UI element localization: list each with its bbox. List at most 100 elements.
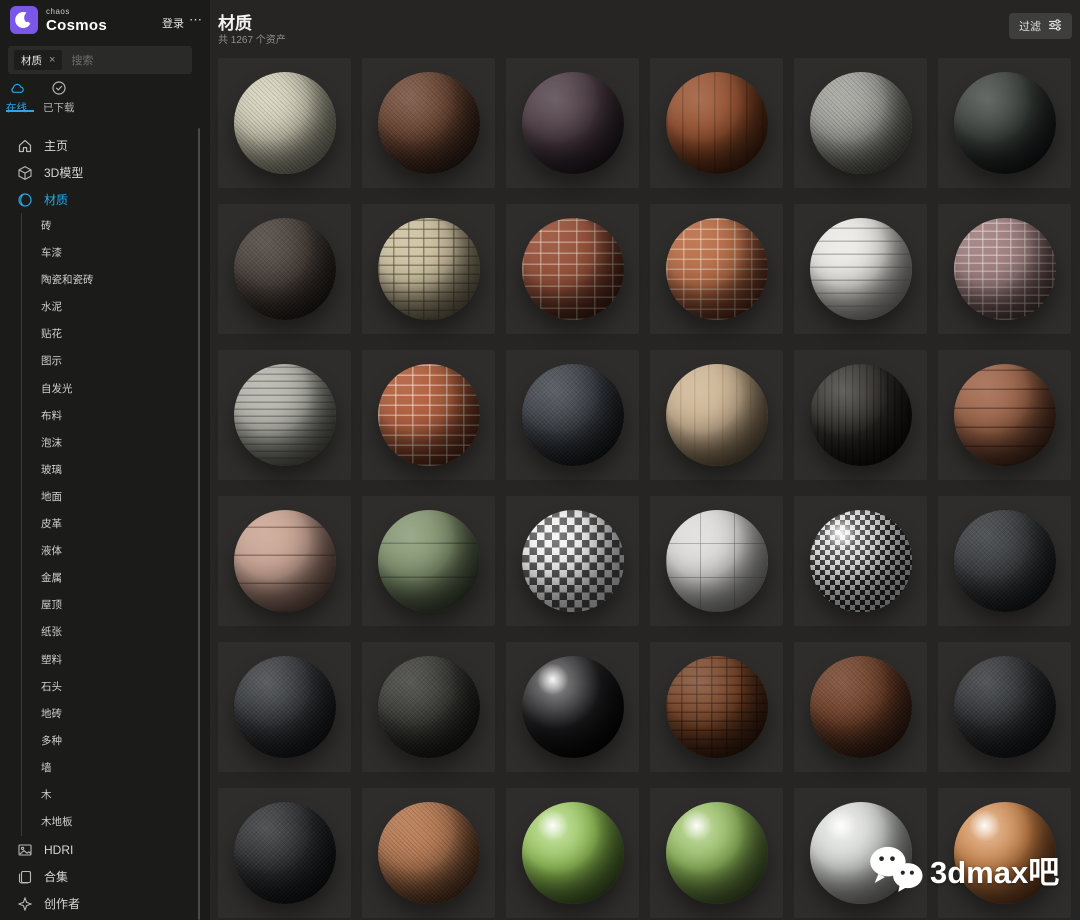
material-tile-black-crinkle[interactable] <box>362 642 495 772</box>
material-sphere-terracotta-clay <box>377 802 480 904</box>
material-tile-black-textured[interactable] <box>218 788 351 918</box>
material-tile-black-pebble-leather[interactable] <box>938 642 1071 772</box>
wechat-icon <box>870 846 923 892</box>
sidebar-item-屋顶[interactable]: 屋顶 <box>22 592 198 619</box>
home-icon <box>17 138 33 154</box>
sidebar-item-玻璃[interactable]: 玻璃 <box>22 457 198 484</box>
material-sphere-brown-leather <box>809 656 912 758</box>
material-tile-chrome-checker[interactable] <box>506 496 639 626</box>
material-tile-pink-wood-planks[interactable] <box>218 496 351 626</box>
material-tile-white-tile-grid[interactable] <box>650 496 783 626</box>
more-menu-icon[interactable]: ⋯ <box>189 12 203 28</box>
sidebar-item-纸张[interactable]: 纸张 <box>22 619 198 646</box>
material-sphere-black-glossy-wood <box>809 364 912 466</box>
sidebar: chaos Cosmos 登录 ⋯ 材质 × 搜索 在线 已下载 主页 3D模型… <box>0 0 210 920</box>
material-tile-brick-white-mortar[interactable] <box>362 350 495 480</box>
material-tile-mahogany-wood[interactable] <box>650 58 783 188</box>
login-button[interactable]: 登录 <box>162 15 184 31</box>
material-tile-jet-black-gloss[interactable] <box>506 642 639 772</box>
search-filter-chip[interactable]: 材质 × <box>14 50 63 70</box>
material-tile-croc-brown-leather[interactable] <box>650 642 783 772</box>
material-sphere-black-crackle-mesh <box>521 364 624 466</box>
tab-downloaded[interactable]: 已下载 <box>43 80 75 115</box>
material-tile-brown-wood-planks[interactable] <box>938 350 1071 480</box>
sidebar-item-主页[interactable]: 主页 <box>0 132 198 159</box>
material-sphere-black-pebble-leather <box>953 656 1056 758</box>
material-tile-black-crackle-mesh[interactable] <box>506 350 639 480</box>
sidebar-item-贴花[interactable]: 贴花 <box>22 321 198 348</box>
sidebar-item-3D模型[interactable]: 3D模型 <box>0 159 198 186</box>
sidebar-item-塑料[interactable]: 塑料 <box>22 647 198 674</box>
sidebar-item-HDRI[interactable]: HDRI <box>0 836 198 863</box>
sidebar-item-合集[interactable]: 合集 <box>0 863 198 890</box>
material-sphere-croc-brown-leather <box>665 656 768 758</box>
sidebar-item-金属[interactable]: 金属 <box>22 565 198 592</box>
material-sphere-chrome-checker <box>521 510 624 612</box>
chip-close-icon[interactable]: × <box>49 54 55 66</box>
material-tile-black-grain-leather[interactable] <box>218 642 351 772</box>
filter-button-label: 过滤 <box>1019 21 1041 33</box>
sidebar-item-车漆[interactable]: 车漆 <box>22 240 198 267</box>
material-tile-carbon-fiber[interactable] <box>794 496 927 626</box>
material-tile-lime-green-gloss[interactable] <box>506 788 639 918</box>
material-tile-aged-purple-brick[interactable] <box>938 204 1071 334</box>
material-tile-red-rough-brick[interactable] <box>506 204 639 334</box>
sidebar-item-多种[interactable]: 多种 <box>22 728 198 755</box>
material-tile-black-asphalt[interactable] <box>938 496 1071 626</box>
sidebar-item-材质[interactable]: 材质 <box>0 186 198 213</box>
filter-button[interactable]: 过滤 <box>1009 13 1072 39</box>
sidebar-item-泡沫[interactable]: 泡沫 <box>22 430 198 457</box>
sidebar-item-水泥[interactable]: 水泥 <box>22 294 198 321</box>
material-sphere-jet-black-gloss <box>521 656 624 758</box>
material-sphere-cream-brick <box>377 218 480 320</box>
material-tile-charcoal-smooth[interactable] <box>938 58 1071 188</box>
material-tile-pale-wood[interactable] <box>650 350 783 480</box>
sidebar-item-自发光[interactable]: 自发光 <box>22 376 198 403</box>
sidebar-item-皮革[interactable]: 皮革 <box>22 511 198 538</box>
material-tile-orange-brick[interactable] <box>650 204 783 334</box>
sidebar-item-布料[interactable]: 布料 <box>22 403 198 430</box>
material-sphere-pale-wood <box>665 364 768 466</box>
sidebar-item-木[interactable]: 木 <box>22 782 198 809</box>
sidebar-item-label: 主页 <box>44 139 69 153</box>
material-tile-terracotta-clay[interactable] <box>362 788 495 918</box>
material-sphere-black-grain-leather <box>233 656 336 758</box>
sidebar-item-石头[interactable]: 石头 <box>22 674 198 701</box>
material-tile-brown-crackle-leather[interactable] <box>362 58 495 188</box>
sidebar-item-图示[interactable]: 图示 <box>22 348 198 375</box>
material-tile-dark-plum-smooth[interactable] <box>506 58 639 188</box>
material-tile-white-painted-brick[interactable] <box>794 204 927 334</box>
search-input[interactable]: 材质 × 搜索 <box>8 46 192 74</box>
material-tile-cream-brick[interactable] <box>362 204 495 334</box>
sidebar-item-液体[interactable]: 液体 <box>22 538 198 565</box>
sidebar-item-地面[interactable]: 地面 <box>22 484 198 511</box>
material-tile-brown-leather[interactable] <box>794 642 927 772</box>
material-sphere-charcoal-smooth <box>953 72 1056 174</box>
material-sphere-mahogany-wood <box>665 72 768 174</box>
material-tile-dark-rough-stone[interactable] <box>218 204 351 334</box>
material-tile-white-slate-stack[interactable] <box>218 350 351 480</box>
material-sphere-green-ceramic-gloss <box>665 802 768 904</box>
sidebar-item-label: 合集 <box>44 870 69 885</box>
material-tile-cream-leather[interactable] <box>218 58 351 188</box>
sidebar-item-墙[interactable]: 墙 <box>22 755 198 782</box>
sidebar-item-label: 3D模型 <box>44 166 84 180</box>
material-sphere-black-textured <box>233 802 336 904</box>
sidebar-item-砖[interactable]: 砖 <box>22 213 198 240</box>
material-tile-gray-stucco[interactable] <box>794 58 927 188</box>
image-icon <box>17 842 33 858</box>
material-sphere-brown-crackle-leather <box>377 72 480 174</box>
sidebar-item-木地板[interactable]: 木地板 <box>22 809 198 836</box>
material-tile-sage-green-paint[interactable] <box>362 496 495 626</box>
sidebar-scrollbar[interactable] <box>198 128 200 920</box>
material-tile-black-glossy-wood[interactable] <box>794 350 927 480</box>
sidebar-item-陶瓷和瓷砖[interactable]: 陶瓷和瓷砖 <box>22 267 198 294</box>
material-tile-green-ceramic-gloss[interactable] <box>650 788 783 918</box>
chip-label: 材质 <box>21 54 42 67</box>
check-circle-icon <box>51 80 67 96</box>
material-sphere-black-asphalt <box>953 510 1056 612</box>
brand: chaos Cosmos <box>10 6 107 34</box>
material-sphere-white-slate-stack <box>233 364 336 466</box>
sidebar-item-创作者[interactable]: 创作者 <box>0 890 198 917</box>
sidebar-item-地砖[interactable]: 地砖 <box>22 701 198 728</box>
